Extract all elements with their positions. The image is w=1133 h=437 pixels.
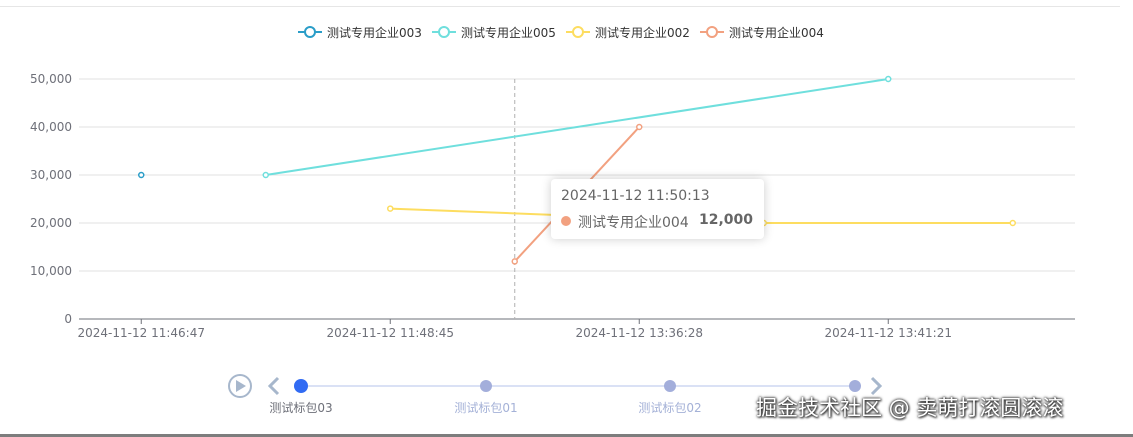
- tooltip-value: 12,000: [698, 212, 753, 228]
- tooltip-title: 2024-11-12 11:50:13: [561, 188, 710, 204]
- x-tick-label: 2024-11-12 11:48:45: [327, 326, 454, 340]
- data-point: [387, 205, 394, 212]
- play-icon[interactable]: [228, 374, 252, 398]
- timeline-node[interactable]: [849, 380, 861, 392]
- series-group: [138, 171, 145, 179]
- tooltip: 2024-11-12 11:50:13 测试专用企业004 12,000: [551, 179, 764, 239]
- data-point: [1009, 219, 1016, 227]
- legend-marker: [706, 26, 718, 38]
- play-icon-triangle: [236, 380, 246, 392]
- timeline-node-dot: [849, 380, 861, 392]
- legend-marker: [572, 26, 584, 38]
- timeline-node[interactable]: 测试标包03: [269, 379, 333, 415]
- data-point: [138, 171, 145, 179]
- x-tick-label: 2024-11-12 13:36:28: [576, 326, 703, 340]
- data-point: [885, 75, 892, 83]
- y-tick-label: 0: [64, 312, 72, 326]
- x-tick-label: 2024-11-12 13:41:21: [825, 326, 952, 340]
- y-tick-label: 40,000: [30, 120, 72, 134]
- y-tick-label: 30,000: [30, 168, 72, 182]
- data-point: [511, 258, 518, 265]
- legend-label: 测试专用企业002: [595, 25, 690, 40]
- legend-item[interactable]: 测试专用企业004: [700, 25, 824, 40]
- grid: [79, 78, 1075, 272]
- legend-label: 测试专用企业004: [729, 25, 824, 40]
- y-axis: 50,000 40,000 30,000 20,000 10,000 0: [30, 72, 72, 326]
- data-point: [262, 171, 269, 179]
- legend-label: 测试专用企业003: [327, 25, 422, 40]
- data-point: [636, 123, 643, 131]
- legend-item[interactable]: 测试专用企业002: [566, 25, 690, 40]
- tooltip-series-name: 测试专用企业004: [578, 215, 689, 231]
- legend-marker: [438, 26, 450, 38]
- legend-item[interactable]: 测试专用企业003: [298, 25, 422, 40]
- timeline-node-dot: [480, 380, 492, 392]
- legend-item[interactable]: 测试专用企业005: [432, 25, 556, 40]
- y-tick-label: 10,000: [30, 264, 72, 278]
- tooltip-series-marker: [561, 216, 571, 226]
- timeline-label: 测试标包02: [638, 400, 701, 415]
- legend-label: 测试专用企业005: [461, 25, 556, 40]
- legend: 测试专用企业003 测试专用企业005 测试专用企业002 测试专用企业004: [298, 25, 824, 40]
- x-axis: 2024-11-12 11:46:47 2024-11-12 11:48:45 20…: [78, 318, 1075, 340]
- timeline-node-dot: [664, 380, 676, 392]
- y-tick-label: 20,000: [30, 216, 72, 230]
- timeline-label: 测试标包03: [269, 400, 332, 415]
- timeline-node-dot: [294, 379, 308, 393]
- chevron-left-icon[interactable]: [267, 376, 280, 396]
- x-tick-label: 2024-11-12 11:46:47: [78, 326, 205, 340]
- legend-marker: [304, 26, 316, 38]
- timeline-label: 测试标包01: [454, 400, 517, 415]
- y-tick-label: 50,000: [30, 72, 72, 86]
- watermark: 掘金技术社区 @ 卖萌打滚圆滚滚: [756, 396, 1064, 420]
